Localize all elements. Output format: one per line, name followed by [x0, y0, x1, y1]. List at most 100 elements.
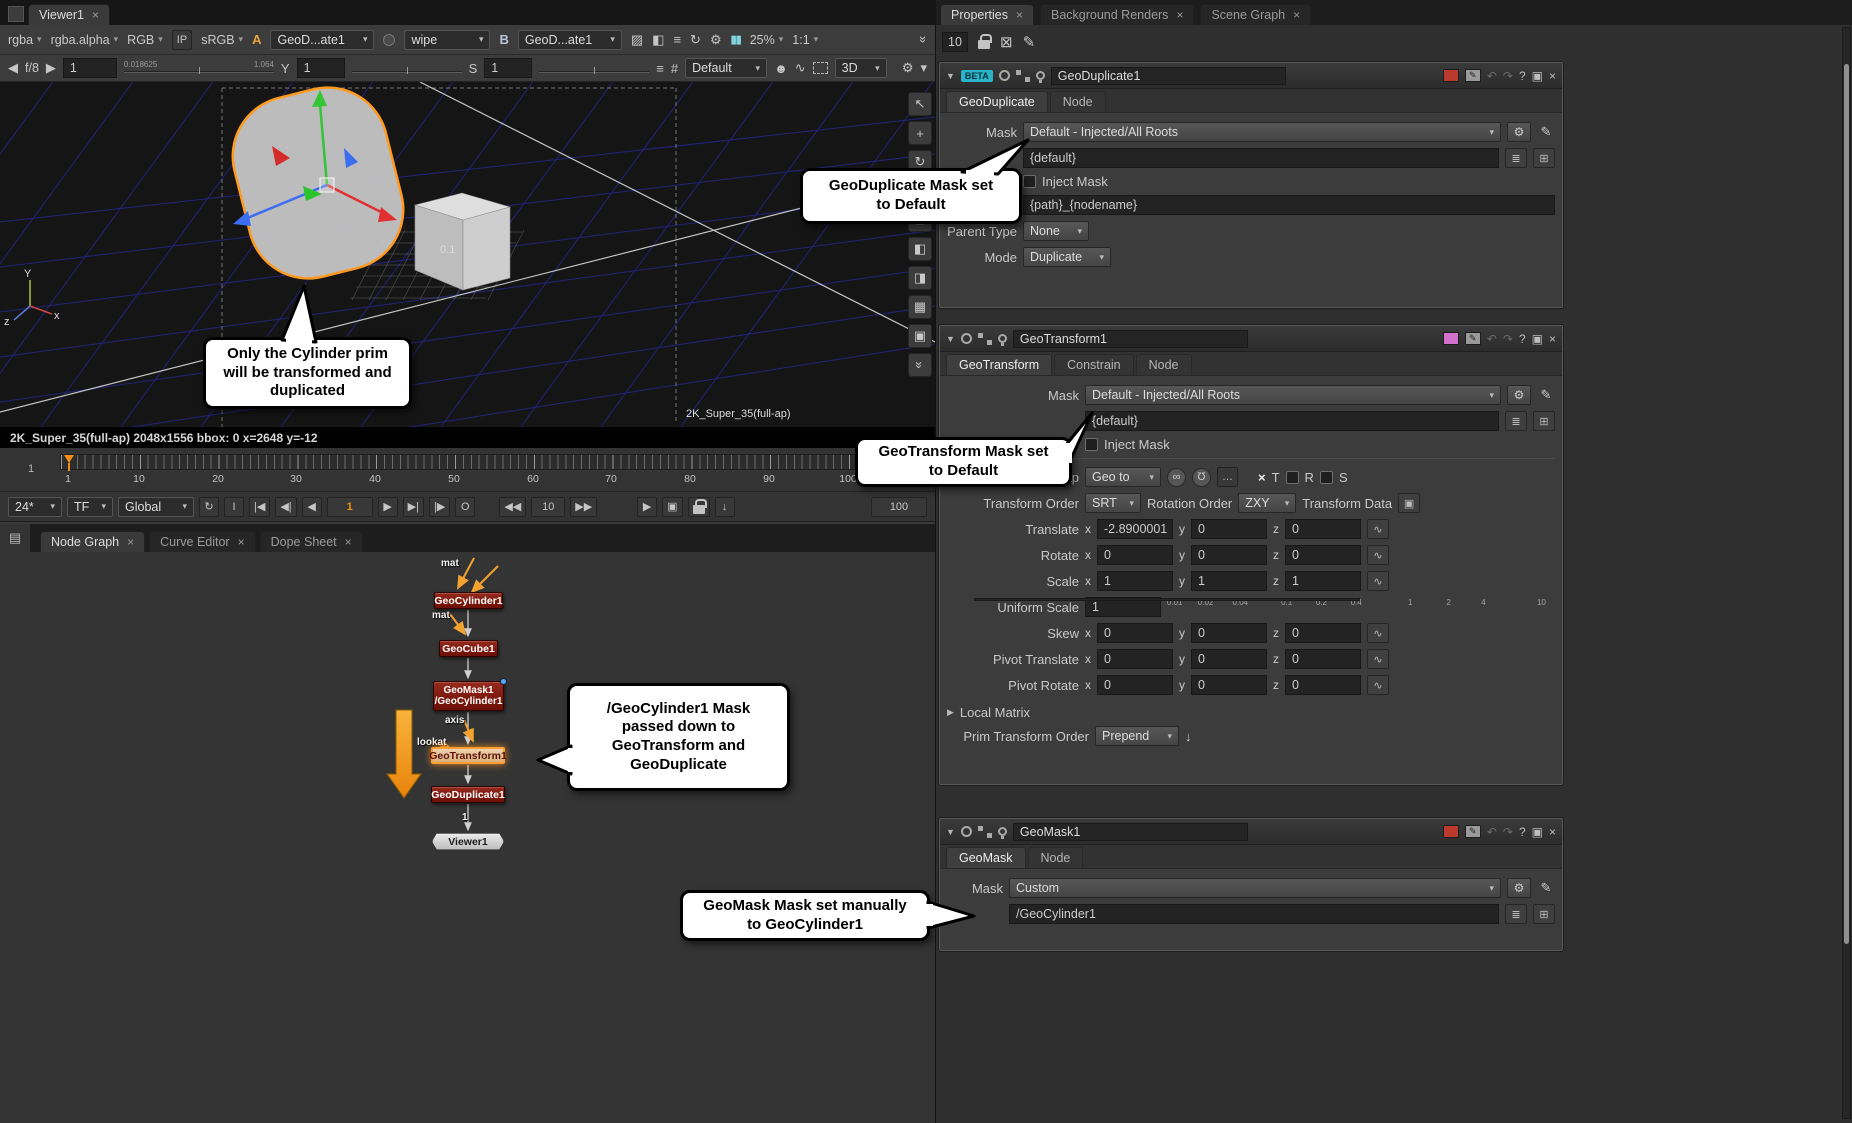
snap-clear-icon[interactable]: × — [1258, 470, 1266, 485]
node-dependencies-icon[interactable] — [978, 333, 992, 345]
layout-right-icon[interactable]: ◨ — [908, 266, 932, 290]
center-in-dag-icon[interactable] — [999, 70, 1010, 81]
tab-node-graph[interactable]: Node Graph× — [40, 531, 145, 552]
edit-icon[interactable]: ✎ — [1023, 33, 1036, 51]
mask-edit-icon[interactable]: ✎ — [1537, 880, 1555, 896]
tab-node[interactable]: Node — [1136, 354, 1192, 375]
mask-settings-icon[interactable]: ⚙ — [1507, 878, 1531, 898]
occlusion-icon[interactable]: ☻ — [774, 61, 788, 76]
prev-view-icon[interactable]: ◀ — [8, 60, 18, 76]
node-name-field[interactable]: GeoTransform1 — [1013, 330, 1248, 348]
expand-icon[interactable]: ▶ — [947, 707, 954, 718]
close-icon[interactable]: × — [1293, 8, 1300, 22]
refresh-icon[interactable]: ↻ — [690, 32, 701, 48]
custom-color-swatch[interactable]: ✎ — [1465, 825, 1481, 838]
layer-select[interactable]: rgba▾ — [8, 33, 42, 47]
gain-field[interactable]: 1 — [63, 58, 117, 78]
center-in-dag-icon[interactable] — [961, 333, 972, 344]
animation-curve-icon[interactable]: ∿ — [1367, 675, 1389, 695]
tab-geomask[interactable]: GeoMask — [946, 847, 1026, 868]
custom-color-swatch[interactable]: ✎ — [1465, 332, 1481, 345]
properties-scrollbar[interactable] — [1842, 27, 1851, 1119]
animation-curve-icon[interactable]: ∿ — [1367, 571, 1389, 591]
saturation-slider[interactable] — [539, 59, 649, 77]
colorspace-select[interactable]: sRGB▾ — [201, 33, 243, 47]
lock-range-button[interactable] — [688, 497, 710, 517]
gamma-slider[interactable] — [352, 59, 462, 77]
pivot-translate-z-field[interactable]: 0 — [1285, 649, 1361, 669]
undo-icon[interactable]: ↶ — [1487, 69, 1497, 83]
wipe-mode-select[interactable]: wipe▾ — [404, 30, 490, 50]
update-icon[interactable]: ⚙ — [710, 32, 722, 48]
redo-icon[interactable]: ↷ — [1503, 825, 1513, 839]
animation-curve-icon[interactable]: ∿ — [1367, 519, 1389, 539]
close-icon[interactable]: × — [1549, 825, 1556, 839]
parent-type-dropdown[interactable]: None▾ — [1023, 221, 1089, 241]
close-icon[interactable]: × — [92, 8, 99, 22]
max-panels-field[interactable]: 10 — [942, 32, 968, 52]
close-icon[interactable]: × — [1549, 69, 1556, 83]
tab-node[interactable]: Node — [1050, 91, 1106, 112]
snap-options-button[interactable]: … — [1217, 467, 1238, 487]
close-icon[interactable]: × — [1549, 332, 1556, 346]
snap-s-checkbox[interactable] — [1320, 471, 1333, 484]
mask-edit-icon[interactable]: ✎ — [1537, 387, 1555, 403]
input-a-select[interactable]: GeoD...ate1▾ — [270, 30, 374, 50]
frame-increment-field[interactable]: 10 — [531, 497, 565, 517]
scenegraph-pick-icon[interactable]: ⊞ — [1533, 148, 1555, 168]
tab-constrain[interactable]: Constrain — [1054, 354, 1134, 375]
fstop-select[interactable]: f/8 — [25, 61, 39, 75]
roi-icon[interactable] — [813, 62, 828, 74]
collapse-icon[interactable]: ▼ — [946, 827, 955, 837]
wipe-icon[interactable]: ◧ — [652, 32, 664, 48]
redo-icon[interactable]: ↷ — [1503, 69, 1513, 83]
clear-panels-icon[interactable]: ⊠ — [1000, 33, 1013, 51]
play-backward-button[interactable]: ◀ — [302, 497, 322, 517]
collapse-icon[interactable]: ▼ — [946, 334, 955, 344]
pivot-rotate-z-field[interactable]: 0 — [1285, 675, 1361, 695]
prev-keyframe-button[interactable]: ◀| — [275, 497, 296, 517]
display-channels-select[interactable]: RGB▾ — [127, 33, 163, 47]
disable-indicator-icon[interactable] — [998, 334, 1007, 343]
dag-pane-icon[interactable]: ▤ — [0, 524, 30, 552]
node-graph[interactable]: mat mat axis lookat 1 GeoCylinder1 GeoCu… — [0, 552, 935, 1123]
mask-pattern-field[interactable]: {default} — [1085, 411, 1499, 431]
node-color-swatch[interactable] — [1443, 825, 1459, 838]
float-panel-icon[interactable]: ▣ — [1532, 69, 1543, 83]
timeline-ruler[interactable] — [60, 454, 923, 470]
translate-y-field[interactable]: 0 — [1191, 519, 1267, 539]
mask-edit-icon[interactable]: ✎ — [1537, 124, 1555, 140]
node-color-swatch[interactable] — [1443, 69, 1459, 82]
close-icon[interactable]: × — [127, 535, 134, 549]
expression-icon[interactable]: ≣ — [1505, 904, 1527, 924]
tab-viewer1[interactable]: Viewer1 × — [28, 4, 110, 25]
scale-y-field[interactable]: 1 — [1191, 571, 1267, 591]
go-to-start-button[interactable]: |◀ — [249, 497, 270, 517]
help-icon[interactable]: ? — [1519, 69, 1526, 83]
custom-color-swatch[interactable]: ✎ — [1465, 69, 1481, 82]
pivot-translate-y-field[interactable]: 0 — [1191, 649, 1267, 669]
next-keyframe-button[interactable]: ▶| — [403, 497, 424, 517]
tab-curve-editor[interactable]: Curve Editor× — [149, 531, 256, 552]
duplicate-name-field[interactable]: {path}_{nodename} — [1023, 195, 1555, 215]
current-frame-field[interactable]: 1 — [327, 497, 373, 517]
tab-properties[interactable]: Properties× — [940, 4, 1034, 25]
close-icon[interactable]: × — [1016, 8, 1023, 22]
export-button[interactable]: ↓ — [715, 497, 735, 517]
settings-icon[interactable]: ⚙ — [902, 60, 914, 76]
pivot-translate-x-field[interactable]: 0 — [1097, 649, 1173, 669]
tf-select[interactable]: TF▾ — [67, 497, 113, 517]
node-viewer1[interactable]: Viewer1 — [432, 833, 504, 850]
view-mode-select[interactable]: 3D▾ — [835, 58, 887, 78]
select-tool-icon[interactable]: ↖ — [908, 92, 932, 116]
tab-dope-sheet[interactable]: Dope Sheet× — [260, 531, 363, 552]
node-dependencies-icon[interactable] — [1016, 70, 1030, 82]
skew-y-field[interactable]: 0 — [1191, 623, 1267, 643]
fps-select[interactable]: 24*▾ — [8, 497, 62, 517]
expression-icon[interactable]: ≣ — [1505, 148, 1527, 168]
pivot-rotate-y-field[interactable]: 0 — [1191, 675, 1267, 695]
skew-z-field[interactable]: 0 — [1285, 623, 1361, 643]
snap-r-checkbox[interactable] — [1286, 471, 1299, 484]
scrollbar-thumb[interactable] — [1844, 64, 1849, 944]
expression-icon[interactable]: ≣ — [1505, 411, 1527, 431]
